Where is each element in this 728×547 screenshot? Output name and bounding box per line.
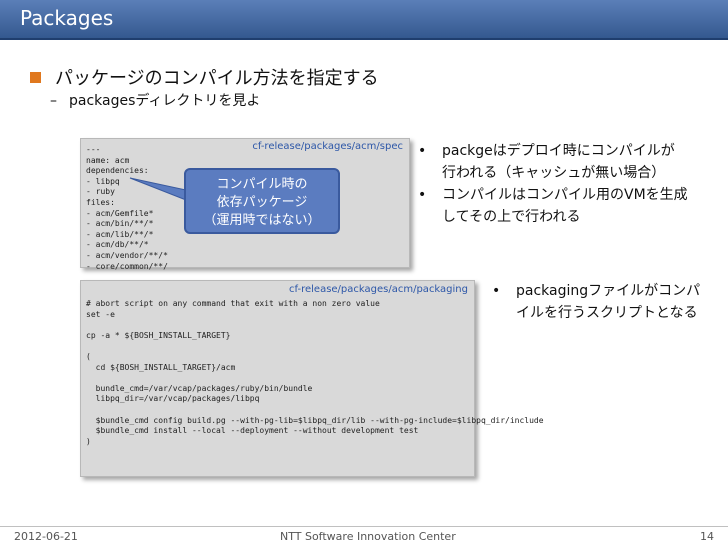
spec-path-label: cf-release/packages/acm/spec	[252, 141, 403, 152]
footer-date: 2012-06-21	[14, 530, 78, 543]
bullet-text: packgeはデプロイ時にコンパイルが行われる（キャッシュが無い場合）	[442, 143, 675, 181]
callout-line-2: 依存パッケージ	[216, 195, 308, 210]
callout-pointer-icon	[129, 177, 187, 201]
slide-heading: パッケージのコンパイル方法を指定する	[30, 64, 379, 90]
bullet-marker: •	[492, 283, 501, 299]
bullet-marker: •	[418, 187, 427, 203]
packaging-code-box: cf-release/packages/acm/packaging # abor…	[80, 280, 544, 477]
bullet-item: • packgeはデプロイ時にコンパイルが行われる（キャッシュが無い場合）	[418, 140, 688, 184]
slide-title: Packages	[20, 6, 114, 30]
bullet-text: packagingファイルがコンパイルを行うスクリプトとなる	[516, 283, 701, 321]
bullet-marker: •	[418, 143, 427, 159]
right-bullets-2: • packagingファイルがコンパイルを行うスクリプトとなる	[492, 280, 712, 324]
callout-line-3: （運用時ではない）	[203, 213, 321, 228]
packaging-path-label: cf-release/packages/acm/packaging	[289, 284, 468, 295]
bullet-item: • コンパイルはコンパイル用のVMを生成してその上で行われる	[418, 184, 688, 228]
callout-bubble: コンパイル時の 依存パッケージ （運用時ではない）	[184, 168, 340, 234]
right-bullets: • packgeはデプロイ時にコンパイルが行われる（キャッシュが無い場合） • …	[418, 140, 688, 228]
packaging-code: # abort script on any command that exit …	[86, 299, 544, 446]
heading-text: パッケージのコンパイル方法を指定する	[55, 68, 379, 89]
sub-point: – packagesディレクトリを見よ	[50, 90, 260, 110]
footer: 2012-06-21 NTT Software Innovation Cente…	[0, 526, 728, 547]
spec-code: --- name: acm dependencies: - libpq - ru…	[86, 145, 168, 271]
callout-line-1: コンパイル時の	[216, 177, 308, 192]
bullet-text: コンパイルはコンパイル用のVMを生成してその上で行われる	[442, 187, 688, 225]
bullet-square-icon	[30, 71, 41, 83]
bullet-item: • packagingファイルがコンパイルを行うスクリプトとなる	[492, 280, 712, 324]
footer-org: NTT Software Innovation Center	[280, 530, 456, 543]
title-bar: Packages	[0, 0, 728, 40]
sub-dash: –	[50, 93, 57, 109]
sub-text: packagesディレクトリを見よ	[69, 93, 261, 109]
page-number: 14	[700, 530, 714, 543]
